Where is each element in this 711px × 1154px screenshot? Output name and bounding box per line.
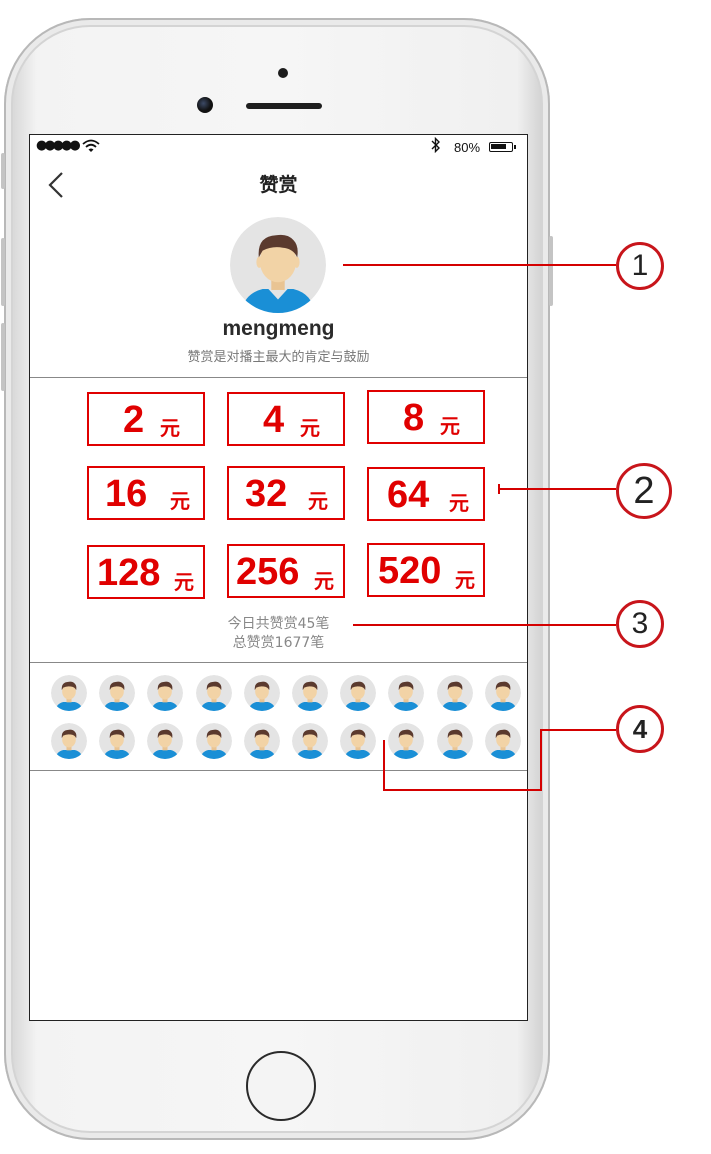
bluetooth-icon [431,137,440,153]
amount-value: 8 [403,397,425,439]
amount-value: 128 [97,552,161,594]
amount-button-16[interactable]: 16 元 [87,466,205,520]
amount-button-256[interactable]: 256 元 [227,544,345,598]
divider [30,770,527,771]
amount-value: 520 [378,550,442,592]
supporter-avatar[interactable] [340,675,377,711]
annotation-leader-tick [498,484,500,494]
tagline: 赞赏是对播主最大的肯定与鼓励 [187,350,370,365]
earpiece-speaker [246,103,322,109]
battery-icon [489,142,516,152]
amount-value: 4 [263,399,285,441]
amount-unit: 元 [300,416,320,440]
supporter-avatar[interactable] [340,723,377,759]
status-bar: ●●●●● 80% [30,135,527,161]
mute-switch [1,153,5,189]
supporter-avatar[interactable] [51,723,87,759]
amount-button-32[interactable]: 32 元 [227,466,345,520]
annotation-leader-line [540,729,542,791]
supporter-avatar[interactable] [436,723,473,759]
annotation-marker-3: 3 [616,600,664,648]
amount-value: 16 [105,473,148,515]
annotation-marker-4: 4 [616,705,664,753]
supporter-avatar[interactable] [436,675,473,711]
annotation-marker-2: 2 [616,463,672,519]
supporter-avatar[interactable] [243,723,280,759]
amount-unit: 元 [170,489,190,513]
supporter-avatar[interactable] [484,723,521,759]
supporter-avatar[interactable] [51,675,87,711]
proximity-sensor [278,68,288,78]
amount-value: 2 [123,399,145,441]
annotation-leader-line [353,624,616,626]
avatar [230,217,326,313]
amount-button-8[interactable]: 8 元 [367,390,485,444]
power-button [549,236,553,306]
supporter-avatar[interactable] [388,723,425,759]
battery-percent: 80% [454,140,481,155]
annotation-leader-line [343,264,616,266]
signal-strength-icon: ●●●●● [36,138,81,153]
username: mengmeng [222,317,335,340]
supporter-avatar[interactable] [147,723,184,759]
page-title: 赞赏 [259,174,298,196]
divider [30,662,527,663]
total-tip-count: 总赞赏1677笔 [232,635,325,651]
amount-button-520[interactable]: 520 元 [367,543,485,597]
supporter-avatar[interactable] [99,675,136,711]
supporter-avatar[interactable] [195,723,232,759]
wifi-icon [82,139,100,152]
volume-up-button [1,238,5,306]
annotation-marker-1: 1 [616,242,664,290]
amount-unit: 元 [455,568,475,592]
supporter-avatar[interactable] [292,675,328,711]
supporter-avatar[interactable] [99,723,136,759]
amount-button-128[interactable]: 128 元 [87,545,205,599]
amount-unit: 元 [160,416,180,440]
supporter-avatar[interactable] [388,675,425,711]
annotation-leader-line [383,789,542,791]
front-camera [197,97,213,113]
amount-value: 32 [245,473,288,515]
tip-stats: 今日共赞赏45笔 总赞赏1677笔 [30,615,527,653]
amount-button-4[interactable]: 4 元 [227,392,345,446]
amount-unit: 元 [308,489,328,513]
amount-unit: 元 [314,569,334,593]
app-screen: ●●●●● 80% 赞赏 mengmeng 赞赏是对播主最大的肯定与鼓励 2 元… [29,134,528,1021]
annotation-leader-line [383,740,385,790]
amount-button-64[interactable]: 64 元 [367,467,485,521]
amount-value: 64 [387,474,430,516]
amount-button-2[interactable]: 2 元 [87,392,205,446]
supporter-avatar[interactable] [243,675,280,711]
supporter-avatar[interactable] [292,723,328,759]
divider [30,377,527,378]
home-button[interactable] [246,1051,316,1121]
supporter-avatar[interactable] [484,675,521,711]
amount-unit: 元 [174,570,194,594]
annotation-leader-line [540,729,616,731]
annotation-leader-line [498,488,616,490]
amount-value: 256 [236,551,300,593]
amount-unit: 元 [440,414,460,438]
supporter-avatar[interactable] [195,675,232,711]
amount-unit: 元 [449,491,469,515]
supporter-avatar[interactable] [147,675,184,711]
volume-down-button [1,323,5,391]
